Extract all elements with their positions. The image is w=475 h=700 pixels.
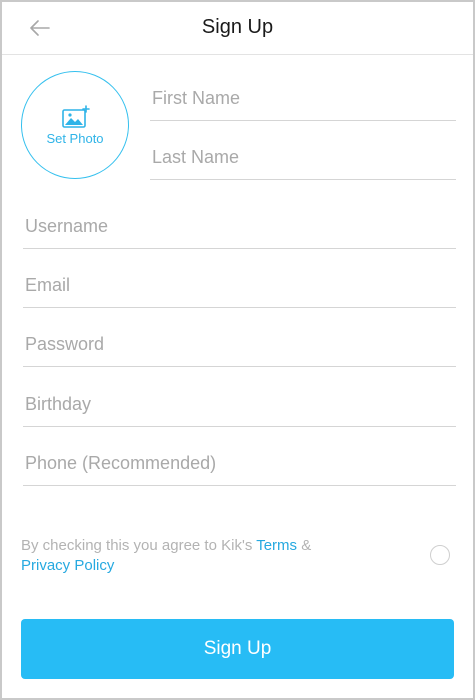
privacy-policy-link[interactable]: Privacy Policy bbox=[21, 557, 114, 574]
phone-input[interactable] bbox=[23, 445, 456, 481]
username-field bbox=[23, 208, 456, 249]
terms-connector: & bbox=[297, 537, 312, 554]
phone-field bbox=[23, 445, 456, 486]
last-name-field bbox=[150, 139, 456, 180]
password-field bbox=[23, 326, 456, 367]
set-photo-button[interactable]: Set Photo bbox=[21, 71, 129, 179]
birthday-field bbox=[23, 386, 456, 427]
password-input[interactable] bbox=[23, 326, 456, 362]
terms-agree-checkbox[interactable] bbox=[430, 545, 450, 565]
signup-screen: Sign Up Set Photo By checking this you a… bbox=[0, 0, 475, 700]
add-image-icon bbox=[62, 105, 90, 128]
first-name-field bbox=[150, 80, 456, 121]
email-input[interactable] bbox=[23, 267, 456, 303]
last-name-input[interactable] bbox=[150, 139, 456, 175]
first-name-input[interactable] bbox=[150, 80, 456, 116]
page-title: Sign Up bbox=[201, 16, 274, 38]
terms-prefix: By checking this you agree to Kik's bbox=[21, 537, 257, 554]
birthday-input[interactable] bbox=[23, 386, 456, 422]
header-bar: Sign Up bbox=[2, 2, 473, 55]
terms-text: By checking this you agree to Kik's Term… bbox=[21, 536, 381, 576]
email-field bbox=[23, 267, 456, 308]
username-input[interactable] bbox=[23, 208, 456, 244]
set-photo-label: Set Photo bbox=[46, 131, 104, 146]
sign-up-button[interactable]: Sign Up bbox=[21, 619, 454, 679]
terms-link[interactable]: Terms bbox=[256, 537, 297, 554]
